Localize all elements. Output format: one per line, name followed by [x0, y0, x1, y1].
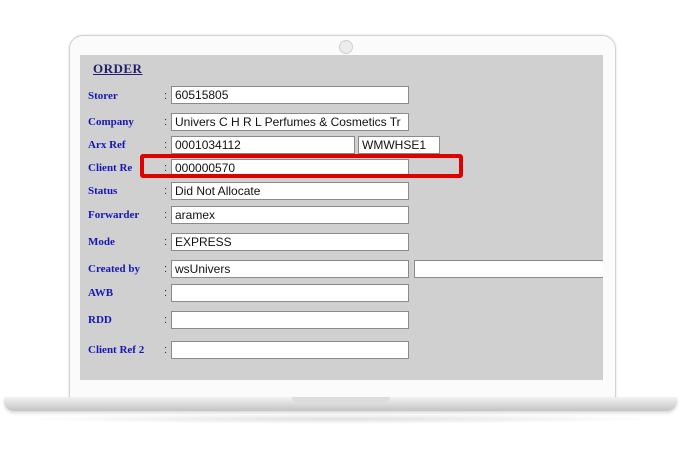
mode-label: Mode [88, 236, 115, 248]
colon: : [164, 185, 168, 197]
colon: : [164, 236, 168, 248]
colon: : [164, 139, 168, 151]
colon: : [164, 344, 168, 356]
laptop-shadow [20, 414, 660, 424]
awb-label: AWB [88, 287, 114, 299]
warehouse-field[interactable]: WMWHSE1 [358, 136, 440, 154]
colon: : [164, 209, 168, 221]
status-label: Status [88, 185, 118, 197]
rdd-field[interactable] [171, 311, 409, 329]
camera-icon [339, 40, 353, 54]
awb-field[interactable] [171, 284, 409, 302]
company-field[interactable]: Univers C H R L Perfumes & Cosmetics Tr [171, 113, 409, 131]
rdd-label: RDD [88, 314, 112, 326]
arx-ref-field[interactable]: 0001034112 [171, 136, 355, 154]
colon: : [164, 314, 168, 326]
mode-field[interactable]: EXPRESS [171, 233, 409, 251]
order-screen: ORDER Storer : 60515805 Company : Univer… [80, 55, 603, 380]
highlight-box [140, 154, 463, 178]
created-by-field[interactable]: wsUnivers [171, 260, 409, 278]
client-ref-2-label: Client Ref 2 [88, 344, 145, 356]
client-ref-2-field[interactable] [171, 341, 409, 359]
colon: : [164, 116, 168, 128]
forwarder-field[interactable]: aramex [171, 206, 409, 224]
colon: : [164, 263, 168, 275]
client-ref-label: Client Re [88, 162, 133, 174]
laptop-notch [292, 397, 390, 403]
arx-ref-label: Arx Ref [88, 139, 126, 151]
storer-field[interactable]: 60515805 [171, 86, 409, 104]
colon: : [164, 90, 168, 102]
colon: : [164, 287, 168, 299]
created-by-label: Created by [88, 263, 141, 275]
forwarder-label: Forwarder [88, 209, 140, 221]
created-by-extra-field[interactable] [414, 260, 603, 278]
company-label: Company [88, 116, 134, 128]
page-title: ORDER [93, 61, 143, 76]
storer-label: Storer [88, 90, 118, 102]
status-field[interactable]: Did Not Allocate [171, 182, 409, 200]
